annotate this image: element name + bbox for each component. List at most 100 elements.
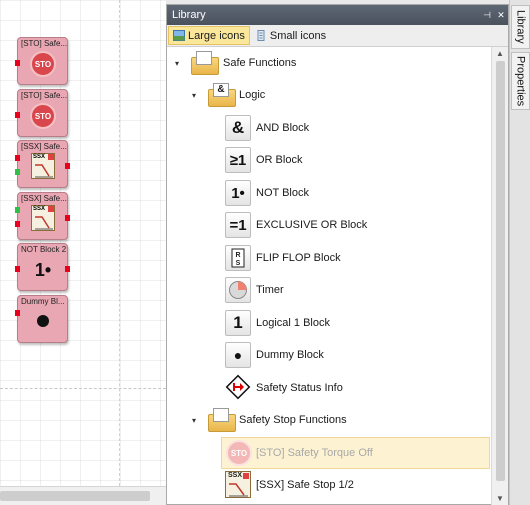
chevron-down-icon[interactable]: ▾: [172, 59, 182, 68]
sto-icon: STO: [226, 440, 252, 466]
output-pin[interactable]: [65, 266, 70, 272]
tree-item-safety-status-info[interactable]: Safety Status Info: [167, 372, 490, 404]
diagram-canvas[interactable]: [STO] Safe... STO [STO] Safe... STO [SSX…: [0, 0, 166, 486]
canvas-block-ssx-1[interactable]: [SSX] Safe... SSX: [15, 140, 70, 188]
scroll-up-icon[interactable]: ▲: [496, 49, 504, 58]
tree-label: AND Block: [256, 122, 310, 134]
side-tab-strip: Library Properties: [509, 0, 530, 505]
block-title: [SSX] Safe...: [21, 142, 67, 151]
input-pin[interactable]: [15, 221, 20, 227]
scrollbar-thumb[interactable]: [496, 61, 505, 481]
not-icon: 1•: [225, 180, 251, 206]
sto-icon: STO: [30, 51, 56, 77]
app-window: [STO] Safe... STO [STO] Safe... STO [SSX…: [0, 0, 530, 505]
side-tab-properties[interactable]: Properties: [511, 52, 530, 110]
tree-node-logic[interactable]: ▾ & Logic: [167, 79, 490, 111]
tree-item-flip-flop-block[interactable]: RS FLIP FLOP Block: [167, 242, 490, 274]
tab-label: Small icons: [269, 29, 327, 42]
tree-item-exclusive-or-block[interactable]: =1 EXCLUSIVE OR Block: [167, 209, 490, 241]
canvas-block-not[interactable]: NOT Block 2 1•: [15, 243, 70, 291]
tree-label: [SSX] Safe Stop 1/2: [256, 479, 354, 491]
library-tree: ▾ Safe Functions ▾ & Logic & AND Block ≥…: [167, 47, 508, 505]
timer-icon: [225, 277, 251, 303]
input-pin[interactable]: [15, 112, 20, 118]
large-icons-icon: [173, 30, 185, 41]
library-vertical-scrollbar[interactable]: ▲ ▼: [491, 47, 508, 505]
library-titlebar: Library ⊣ ✕: [167, 5, 508, 25]
library-title: Library: [172, 9, 206, 21]
svg-text:R: R: [235, 252, 240, 259]
canvas-horizontal-scrollbar[interactable]: [0, 486, 166, 505]
page-boundary-horizontal: [0, 388, 166, 389]
close-icon[interactable]: ✕: [494, 10, 508, 21]
logical-one-icon: 1: [225, 310, 251, 336]
small-icons-icon: [257, 30, 265, 41]
chevron-down-icon[interactable]: ▾: [189, 416, 199, 425]
block-title: [STO] Safe...: [21, 39, 67, 48]
tree-item-sto-safety-torque-off[interactable]: STO [STO] Safety Torque Off: [221, 437, 490, 469]
tab-large-icons[interactable]: Large icons: [168, 26, 250, 45]
folder-icon: [208, 408, 236, 432]
xor-icon: =1: [225, 212, 251, 238]
and-icon: &: [225, 115, 251, 141]
tree-label: [STO] Safety Torque Off: [256, 447, 373, 459]
pin-icon[interactable]: ⊣: [480, 10, 494, 21]
svg-text:S: S: [236, 260, 241, 267]
scroll-down-icon[interactable]: ▼: [496, 494, 504, 503]
tree-label: Logical 1 Block: [256, 317, 330, 329]
input-pin[interactable]: [15, 169, 20, 175]
output-pin[interactable]: [65, 163, 70, 169]
scrollbar-thumb[interactable]: [0, 491, 150, 501]
tree-item-not-block[interactable]: 1• NOT Block: [167, 177, 490, 209]
tree-label: Timer: [256, 284, 284, 296]
canvas-block-dummy[interactable]: Dummy Bl...: [15, 295, 68, 343]
input-pin[interactable]: [15, 155, 20, 161]
safety-status-icon: [225, 374, 251, 400]
sto-icon: STO: [30, 103, 56, 129]
input-pin[interactable]: [15, 266, 20, 272]
input-pin[interactable]: [15, 60, 20, 66]
tree-label: Dummy Block: [256, 349, 324, 361]
ssx-icon: SSX: [31, 153, 55, 179]
tree-label: OR Block: [256, 154, 303, 166]
tree-label: Safety Stop Functions: [239, 414, 347, 426]
folder-icon: [191, 51, 219, 75]
logic-folder-icon: &: [208, 83, 236, 107]
canvas-block-sto-1[interactable]: [STO] Safe... STO: [15, 37, 68, 85]
block-title: NOT Block 2: [21, 245, 67, 254]
view-mode-tabs: Large icons Small icons: [167, 25, 508, 47]
tree-item-or-block[interactable]: ≥1 OR Block: [167, 144, 490, 176]
output-pin[interactable]: [65, 215, 70, 221]
block-title: [STO] Safe...: [21, 91, 67, 100]
ssx-icon: SSX: [225, 471, 251, 498]
canvas-block-sto-2[interactable]: [STO] Safe... STO: [15, 89, 68, 137]
tree-node-safety-stop-functions[interactable]: ▾ Safety Stop Functions: [167, 404, 490, 436]
tree-label: Safety Status Info: [256, 382, 343, 394]
tree-label: NOT Block: [256, 187, 309, 199]
input-pin[interactable]: [15, 207, 20, 213]
side-tab-library[interactable]: Library: [511, 5, 530, 49]
block-title: Dummy Bl...: [21, 297, 65, 306]
tree-label: FLIP FLOP Block: [256, 252, 341, 264]
tree-item-dummy-block[interactable]: ● Dummy Block: [167, 339, 490, 371]
tree-node-safe-functions[interactable]: ▾ Safe Functions: [167, 47, 490, 79]
tree-label: Logic: [239, 89, 266, 101]
tab-label: Large icons: [188, 29, 245, 42]
tree-item-and-block[interactable]: & AND Block: [167, 112, 490, 144]
canvas-block-ssx-2[interactable]: [SSX] Safe... SSX: [15, 192, 70, 240]
tree-item-timer[interactable]: Timer: [167, 274, 490, 306]
tab-small-icons[interactable]: Small icons: [250, 26, 331, 45]
dummy-dot-icon: [37, 315, 49, 327]
tree-item-logical-1-block[interactable]: 1 Logical 1 Block: [167, 307, 490, 339]
chevron-down-icon[interactable]: ▾: [189, 91, 199, 100]
page-boundary-vertical: [119, 0, 120, 486]
tree-item-ssx-safe-stop[interactable]: SSX [SSX] Safe Stop 1/2: [167, 469, 490, 501]
input-pin[interactable]: [15, 310, 20, 316]
library-panel: Library ⊣ ✕ Large icons Small icons ▾ Sa…: [166, 4, 509, 505]
tree-label: EXCLUSIVE OR Block: [256, 219, 368, 231]
dummy-dot-icon: ●: [225, 342, 251, 368]
ssx-icon: SSX: [31, 205, 55, 231]
or-icon: ≥1: [225, 147, 251, 173]
not-icon: 1•: [34, 259, 52, 280]
tree-label: Safe Functions: [223, 57, 297, 69]
